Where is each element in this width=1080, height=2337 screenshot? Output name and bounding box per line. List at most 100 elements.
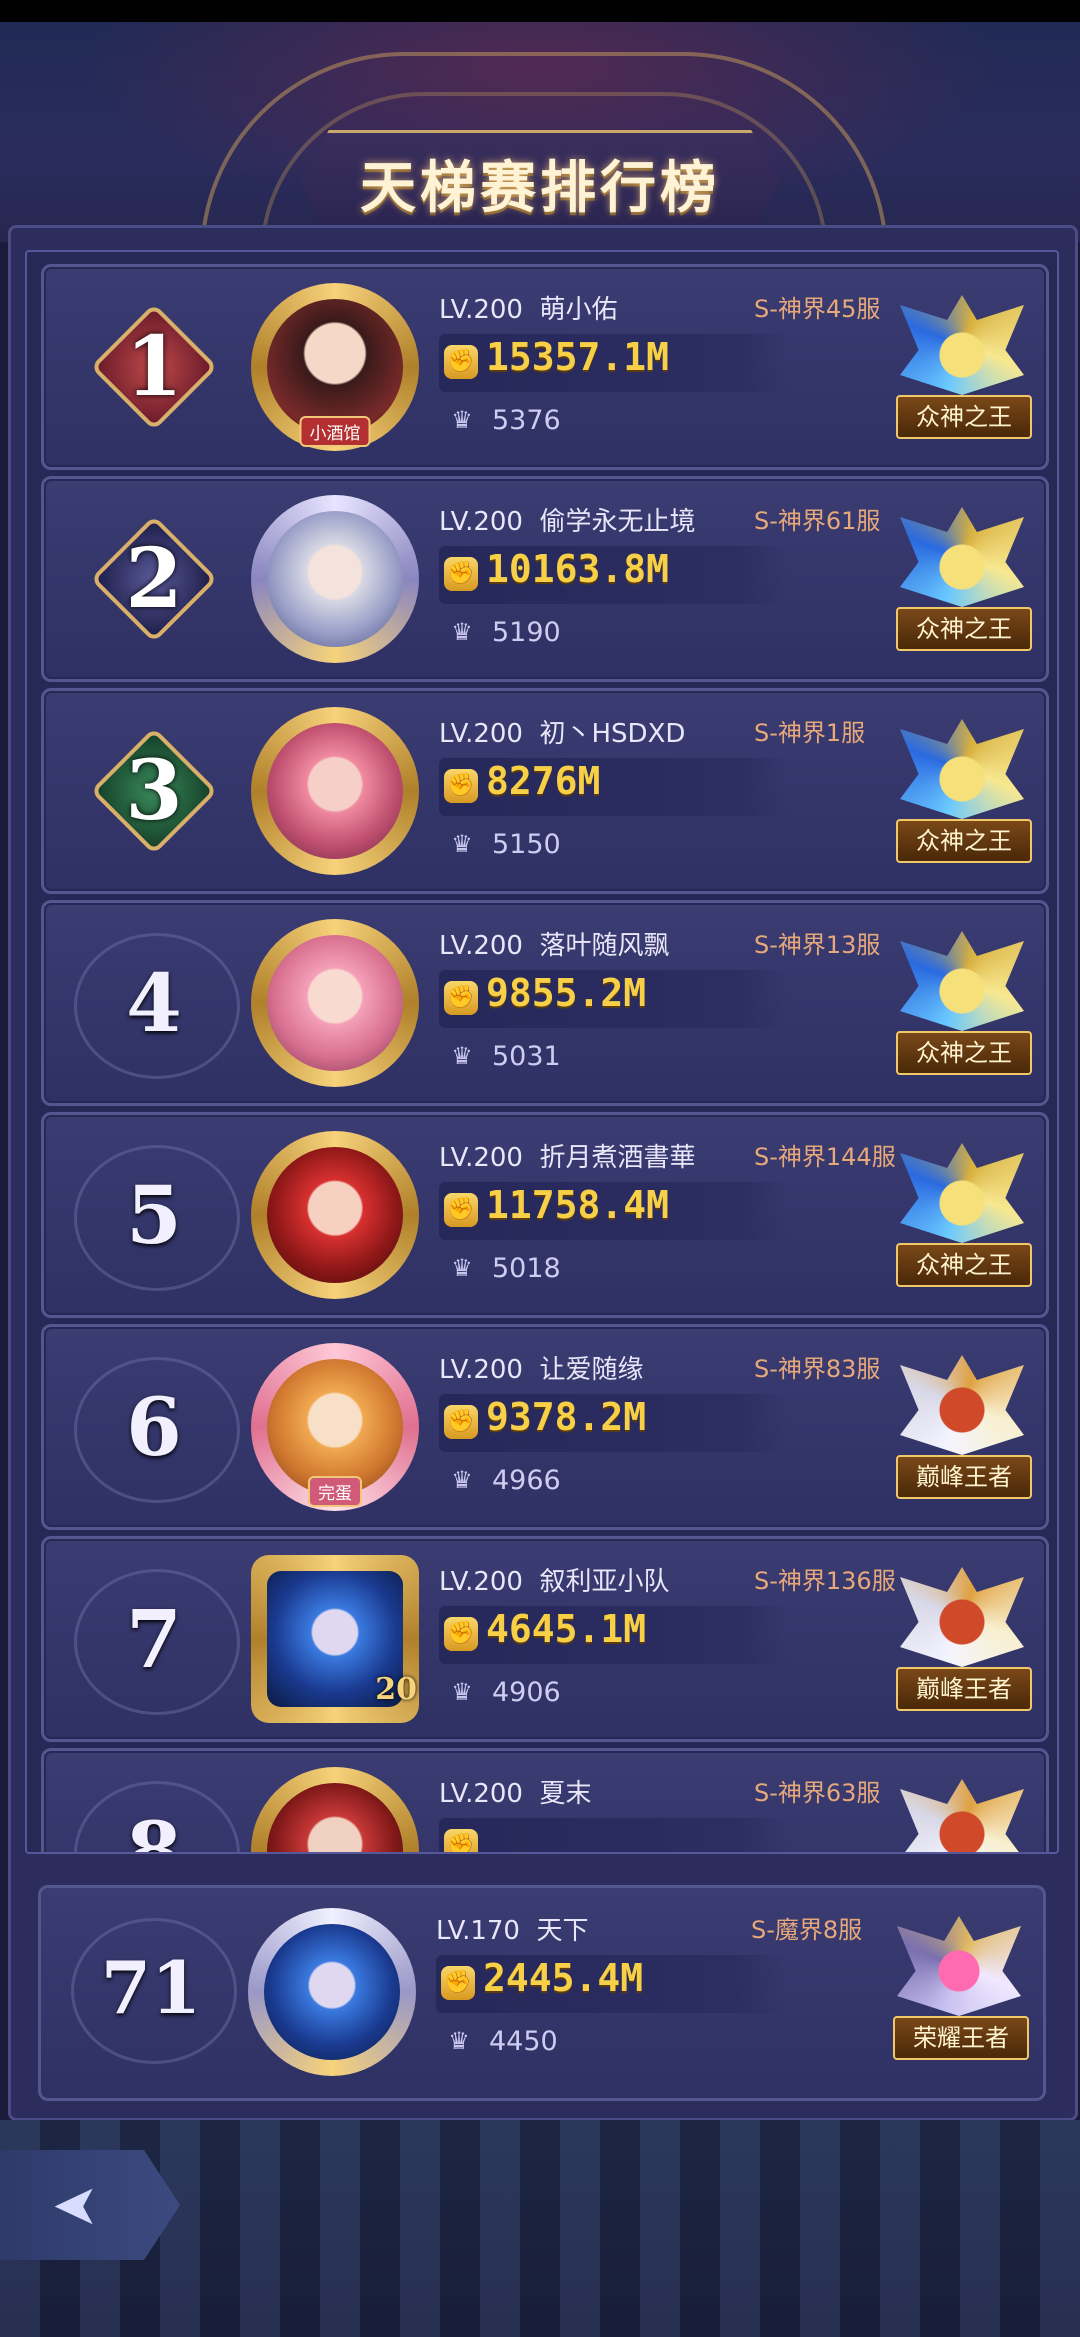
- leaderboard-row-2[interactable]: 2 LV.200 偷学永无止境 S-神界61服 ✊ 10163.8M ♛ 519…: [41, 476, 1049, 682]
- player-info: LV.200 初丶HSDXD: [439, 713, 685, 750]
- rank-title-badge: 巅峰王者: [892, 1557, 1032, 1721]
- avatar[interactable]: 20: [249, 1553, 421, 1725]
- back-button[interactable]: ➤: [0, 2150, 180, 2260]
- player-level: LV.170: [436, 1916, 520, 1946]
- winged-crown-icon: [900, 931, 1024, 1031]
- leaderboard-row-8[interactable]: 8 LV.200 夏末 S-神界63服 ✊: [41, 1748, 1049, 1854]
- player-name: 折月煮酒書華: [539, 1143, 696, 1173]
- leaderboard-row-7[interactable]: 7 20 LV.200 叙利亚小队 S-神界136服 ✊ 4645.1M ♛ 4…: [41, 1536, 1049, 1742]
- ladder-score: 5018: [492, 1253, 561, 1284]
- ladder-score: 4966: [492, 1465, 561, 1496]
- player-info: LV.200 叙利亚小队: [439, 1561, 670, 1598]
- ladder-score: 5150: [492, 829, 561, 860]
- avatar[interactable]: [249, 705, 421, 877]
- laurel-crest-icon: ♛: [451, 406, 473, 434]
- avatar-portrait: [267, 299, 403, 435]
- winged-crown-icon: [900, 719, 1024, 819]
- player-name: 落叶随风飘: [539, 931, 670, 961]
- power-value: 8276M: [486, 759, 601, 803]
- avatar[interactable]: [249, 493, 421, 665]
- winged-shield-icon: [900, 1355, 1024, 1455]
- avatar-level-badge: 20: [375, 1672, 417, 1707]
- winged-crown-icon: [900, 295, 1024, 395]
- leaderboard-row-3[interactable]: 3 LV.200 初丶HSDXD S-神界1服 ✊ 8276M ♛ 5150 众…: [41, 688, 1049, 894]
- player-level: LV.200: [439, 1779, 523, 1809]
- leaderboard-row-4[interactable]: 4 LV.200 落叶随风飘 S-神界13服 ✊ 9855.2M ♛ 5031 …: [41, 900, 1049, 1106]
- fist-icon: ✊: [444, 769, 478, 803]
- power-value: 9378.2M: [486, 1395, 647, 1439]
- power-value: 9855.2M: [486, 971, 647, 1015]
- avatar[interactable]: [249, 917, 421, 1089]
- rank-title-label: 巅峰王者: [896, 1455, 1032, 1499]
- rank-title-label: 众神之王: [896, 395, 1032, 439]
- ladder-score: 5031: [492, 1041, 561, 1072]
- rank-number: 1: [125, 319, 183, 415]
- laurel-crest-icon: ♛: [451, 1042, 473, 1070]
- ladder-score: 5376: [492, 405, 561, 436]
- laurel-crest-icon: ♛: [448, 2027, 470, 2055]
- rank-number: 6: [126, 1380, 182, 1474]
- avatar[interactable]: [249, 1129, 421, 1301]
- winged-shield-icon: [900, 1567, 1024, 1667]
- ladder-score: 4906: [492, 1677, 561, 1708]
- player-name: 让爱随缘: [539, 1355, 644, 1385]
- avatar[interactable]: [246, 1906, 418, 2078]
- avatar-portrait: [264, 1924, 400, 2060]
- avatar-tag: 完蛋: [308, 1476, 362, 1507]
- rank-title-badge: 众神之王: [892, 921, 1032, 1085]
- player-level: LV.200: [439, 719, 523, 749]
- rank-title-badge: 荣耀王者: [889, 1906, 1029, 2070]
- player-info: LV.200 夏末: [439, 1773, 592, 1810]
- avatar[interactable]: [249, 1765, 421, 1852]
- rank-title-label: 众神之王: [896, 1243, 1032, 1287]
- rank-number: 8: [126, 1804, 182, 1854]
- power-value: 4645.1M: [486, 1607, 647, 1651]
- rank-title-badge: 众神之王: [892, 285, 1032, 449]
- player-name: 偷学永无止境: [539, 507, 696, 537]
- power-value: 2445.4M: [483, 1956, 644, 2000]
- player-name: 天下: [536, 1916, 589, 1946]
- laurel-crest-icon: ♛: [451, 830, 473, 858]
- fist-icon: ✊: [444, 345, 478, 379]
- player-info: LV.200 让爱随缘: [439, 1349, 644, 1386]
- title-banner: 天梯赛排行榜: [300, 130, 780, 236]
- avatar-portrait: [267, 723, 403, 859]
- winged-crown-icon: [900, 507, 1024, 607]
- rank-title-label: 众神之王: [896, 607, 1032, 651]
- fist-icon: ✊: [444, 1405, 478, 1439]
- player-level: LV.200: [439, 931, 523, 961]
- my-rank-row[interactable]: 71 LV.170 天下 S-魔界8服 ✊ 2445.4M ♛ 4450 荣耀王…: [38, 1885, 1046, 2101]
- player-level: LV.200: [439, 1143, 523, 1173]
- winged-shield-icon: [900, 1779, 1024, 1852]
- laurel-crest-icon: ♛: [451, 1466, 473, 1494]
- player-level: LV.200: [439, 507, 523, 537]
- fist-icon: ✊: [444, 1829, 478, 1852]
- player-name: 夏末: [539, 1779, 592, 1809]
- leaderboard-row-6[interactable]: 6 完蛋 LV.200 让爱随缘 S-神界83服 ✊ 9378.2M ♛ 496…: [41, 1324, 1049, 1530]
- leaderboard-row-5[interactable]: 5 LV.200 折月煮酒書華 S-神界144服 ✊ 11758.4M ♛ 50…: [41, 1112, 1049, 1318]
- power-value: 10163.8M: [486, 547, 670, 591]
- avatar-portrait: [267, 935, 403, 1071]
- rank-title-badge: 众神之王: [892, 709, 1032, 873]
- power-box: [439, 1818, 789, 1852]
- rank-title-badge: [892, 1769, 1032, 1852]
- ladder-score: 5190: [492, 617, 561, 648]
- avatar[interactable]: 小酒馆: [249, 281, 421, 453]
- rank-number: 3: [125, 743, 183, 839]
- fist-icon: ✊: [441, 1966, 475, 2000]
- leaderboard-list[interactable]: 1 小酒馆 LV.200 萌小佑 S-神界45服 ✊ 15357.1M ♛ 53…: [25, 250, 1059, 1854]
- avatar-portrait: [267, 1359, 403, 1495]
- avatar[interactable]: 完蛋: [249, 1341, 421, 1513]
- fist-icon: ✊: [444, 981, 478, 1015]
- rank-gem-icon: 2: [90, 515, 218, 643]
- heart-crest-icon: [897, 1916, 1021, 2016]
- fist-icon: ✊: [444, 557, 478, 591]
- rank-gem-icon: 3: [90, 727, 218, 855]
- player-level: LV.200: [439, 295, 523, 325]
- rank-title-label: 众神之王: [896, 819, 1032, 863]
- avatar-tag: 小酒馆: [299, 416, 371, 447]
- player-info: LV.200 萌小佑: [439, 289, 618, 326]
- leaderboard-row-1[interactable]: 1 小酒馆 LV.200 萌小佑 S-神界45服 ✊ 15357.1M ♛ 53…: [41, 264, 1049, 470]
- player-name: 叙利亚小队: [539, 1567, 670, 1597]
- laurel-crest-icon: ♛: [451, 1678, 473, 1706]
